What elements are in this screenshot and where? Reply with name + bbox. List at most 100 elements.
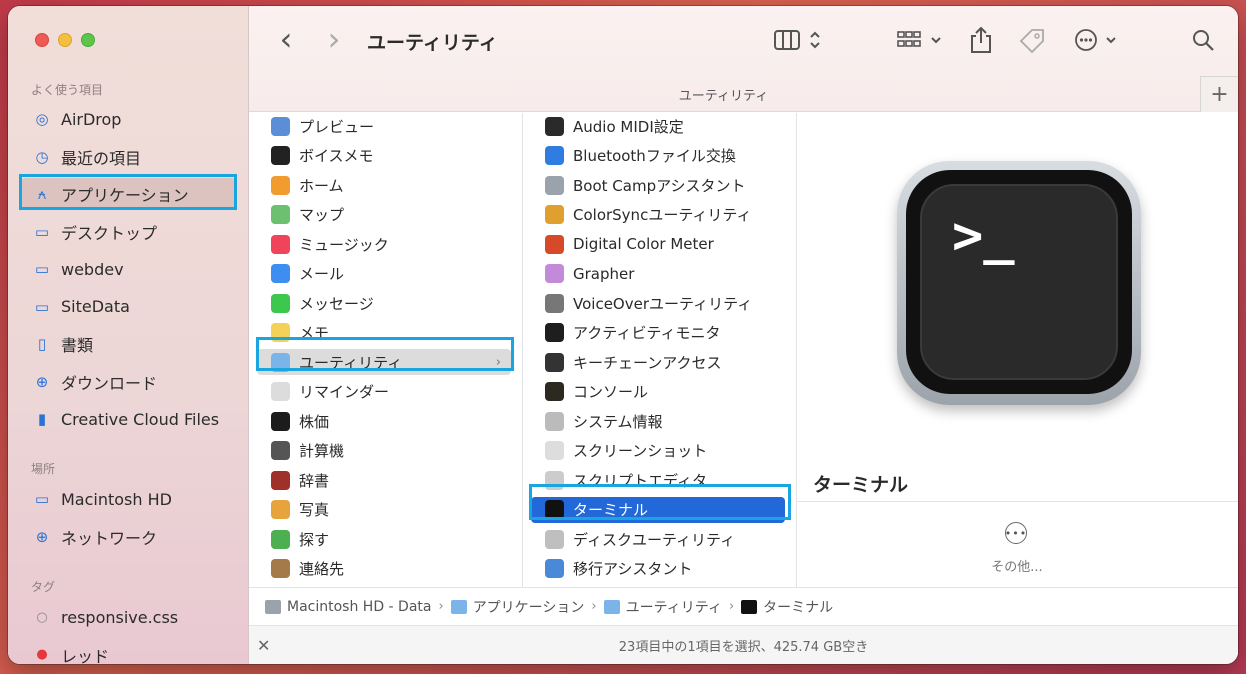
sidebar-item-applications[interactable]: ⍲ アプリケーション bbox=[20, 178, 237, 210]
list-item[interactable]: 計算機 bbox=[257, 438, 511, 464]
list-item[interactable]: メッセージ bbox=[257, 290, 511, 316]
list-item[interactable]: ホーム bbox=[257, 172, 511, 198]
list-item[interactable]: ユーティリティ › bbox=[257, 349, 511, 375]
tag-icon bbox=[1019, 29, 1044, 53]
list-item[interactable]: メール bbox=[257, 261, 511, 287]
close-button[interactable] bbox=[35, 33, 49, 47]
favorites-header: よく使う項目 bbox=[31, 83, 104, 97]
action-menu-button[interactable] bbox=[1073, 26, 1123, 54]
close-path-bar-icon[interactable]: ✕ bbox=[257, 636, 270, 655]
list-item[interactable]: リマインダー bbox=[257, 379, 511, 405]
list-item[interactable]: Boot Campアシスタント bbox=[531, 172, 785, 198]
share-button[interactable] bbox=[967, 24, 995, 56]
list-item[interactable]: ディスクユーティリティ bbox=[531, 526, 785, 552]
list-item[interactable]: マップ bbox=[257, 202, 511, 228]
list-item[interactable]: 写真 bbox=[257, 497, 511, 523]
tags-header: タグ bbox=[31, 580, 56, 594]
search-button[interactable] bbox=[1189, 26, 1217, 54]
list-item[interactable]: Digital Color Meter bbox=[531, 231, 785, 257]
list-item-label: 探す bbox=[299, 530, 330, 549]
list-item[interactable]: コンソール bbox=[531, 379, 785, 405]
back-button[interactable]: ‹ bbox=[273, 20, 299, 58]
list-item[interactable]: スクリーンショット bbox=[531, 438, 785, 464]
chevron-right-icon: › bbox=[728, 599, 735, 614]
music-icon bbox=[271, 234, 290, 254]
list-item[interactable]: Bluetoothファイル交換 bbox=[531, 143, 785, 169]
list-item-label: ユーティリティ bbox=[299, 353, 403, 372]
chevron-right-icon: › bbox=[495, 354, 501, 370]
list-item-label: ホーム bbox=[299, 176, 344, 195]
view-mode-button[interactable] bbox=[771, 26, 827, 54]
find-my-icon bbox=[271, 529, 290, 549]
finder-window: よく使う項目 ◎ AirDrop ◷ 最近の項目 ⍲ アプリケーション ▭ デスクトップ ▭ we… bbox=[8, 6, 1238, 664]
list-item[interactable]: 探す bbox=[257, 526, 511, 552]
terminal-icon bbox=[545, 500, 564, 519]
list-item[interactable]: システム情報 bbox=[531, 408, 785, 434]
list-item-label: 写真 bbox=[299, 501, 330, 519]
path-segment[interactable]: Macintosh HD - Data bbox=[265, 599, 431, 615]
terminal-prompt: >_ bbox=[952, 206, 1015, 266]
zoom-button[interactable] bbox=[81, 33, 95, 47]
list-item[interactable]: ColorSyncユーティリティ bbox=[531, 202, 785, 228]
list-item-label: 移行アシスタント bbox=[573, 560, 693, 578]
list-item-label: メッセージ bbox=[299, 294, 374, 313]
terminal-app-icon: >_ bbox=[897, 161, 1141, 405]
list-item-label: Audio MIDI設定 bbox=[573, 117, 684, 136]
list-item[interactable]: 連絡先 bbox=[257, 556, 511, 582]
list-item[interactable]: ミュージック bbox=[257, 231, 511, 257]
ellipsis-icon: ••• bbox=[1004, 526, 1028, 540]
list-item[interactable]: Grapher bbox=[531, 261, 785, 287]
sidebar-item-download[interactable]: ⊕ ダウンロード bbox=[20, 366, 237, 398]
path-bar: Macintosh HD - Data › アプリケーション › ユーティリティ › ターミ… bbox=[249, 587, 1238, 625]
sidebar-item-folder[interactable]: ▭ webdev bbox=[20, 253, 237, 285]
notes-icon bbox=[271, 323, 290, 342]
list-item-label: 計算機 bbox=[299, 442, 345, 460]
sidebar-item-folder[interactable]: ▭ SiteData bbox=[20, 291, 237, 323]
more-button[interactable]: ••• bbox=[1005, 522, 1027, 544]
grapher-icon bbox=[545, 264, 564, 283]
list-item-label: コンソール bbox=[573, 383, 649, 401]
sidebar-item-tag-empty[interactable]: ○ responsive.css bbox=[20, 601, 237, 633]
list-item[interactable]: キーチェーンアクセス bbox=[531, 349, 785, 375]
path-segment[interactable]: ユーティリティ bbox=[603, 597, 722, 617]
minimize-button[interactable] bbox=[58, 33, 72, 47]
sidebar-item-label: Macintosh HD bbox=[61, 489, 172, 509]
list-item[interactable]: 移行アシスタント bbox=[531, 556, 785, 582]
sidebar-item-document[interactable]: ▯ 書類 bbox=[20, 328, 237, 360]
add-tab-button[interactable]: + bbox=[1200, 76, 1238, 112]
sidebar-item-desktop[interactable]: ▭ デスクトップ bbox=[20, 216, 237, 248]
list-item[interactable]: 株価 bbox=[257, 408, 511, 434]
list-item[interactable]: VoiceOverユーティリティ bbox=[531, 290, 785, 316]
sidebar-item-file[interactable]: ▮ Creative Cloud Files bbox=[20, 403, 237, 435]
tag-empty-icon: ○ bbox=[36, 609, 48, 625]
more-label[interactable]: その他... bbox=[977, 556, 1057, 575]
list-item-label: プレビュー bbox=[299, 117, 375, 136]
photos-icon bbox=[271, 500, 290, 519]
sidebar-item-airdrop[interactable]: ◎ AirDrop bbox=[20, 103, 237, 135]
list-item[interactable]: プレビュー bbox=[257, 113, 511, 139]
path-segment[interactable]: アプリケーション bbox=[450, 597, 584, 617]
sidebar-item-tag-red[interactable]: ● レッド bbox=[20, 639, 237, 665]
messages-icon bbox=[271, 293, 290, 313]
group-button[interactable] bbox=[893, 26, 949, 54]
list-item[interactable]: メモ bbox=[257, 320, 511, 346]
list-item-label: メール bbox=[299, 265, 345, 283]
bluetooth-icon bbox=[545, 146, 564, 165]
path-segment-label: Macintosh HD - Data bbox=[287, 598, 432, 615]
list-item[interactable]: 辞書 bbox=[257, 467, 511, 493]
list-item[interactable]: ボイスメモ bbox=[257, 143, 511, 169]
list-item[interactable]: Audio MIDI設定 bbox=[531, 113, 785, 139]
calculator-icon bbox=[271, 441, 290, 460]
sidebar-item-network[interactable]: ⊕ ネットワーク bbox=[20, 521, 237, 553]
terminal-icon bbox=[741, 599, 758, 614]
list-item[interactable]: ターミナル bbox=[531, 496, 785, 523]
forward-button[interactable]: › bbox=[321, 20, 347, 58]
list-item-label: Grapher bbox=[573, 264, 635, 283]
sidebar-item-hard-drive[interactable]: ▭ Macintosh HD bbox=[20, 483, 237, 515]
path-segment[interactable]: ターミナル bbox=[741, 597, 833, 617]
sidebar-item-clock[interactable]: ◷ 最近の項目 bbox=[20, 141, 237, 173]
list-item[interactable]: スクリプトエディタ bbox=[531, 467, 785, 493]
list-item[interactable]: アクティビティモニタ bbox=[531, 320, 785, 346]
sidebar-item-label: responsive.css bbox=[61, 607, 179, 627]
tag-button[interactable] bbox=[1017, 26, 1047, 54]
